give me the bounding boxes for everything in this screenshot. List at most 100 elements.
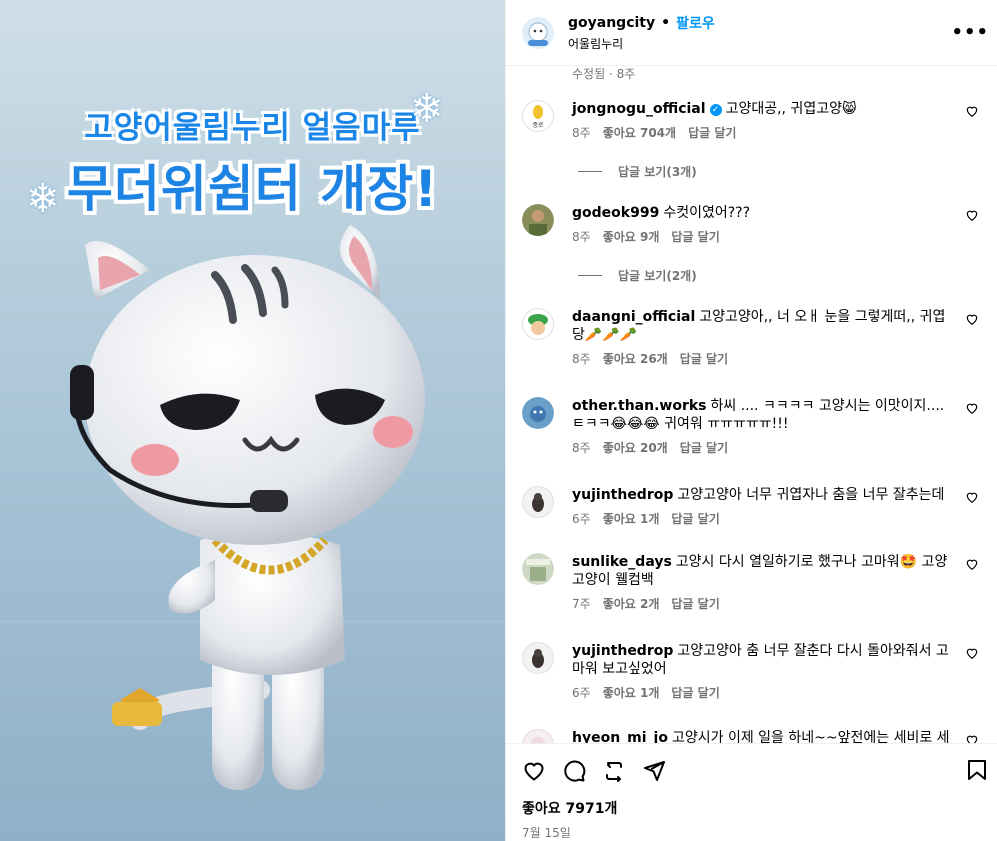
comment-body: other.than.works 하씨 .... ㅋㅋㅋㅋ 고양시는 이맛이지..… <box>572 397 955 456</box>
comment-likes[interactable]: 좋아요 26개 <box>603 350 668 367</box>
comment-item: sunlike_days 고양시 다시 열일하기로 했구나 고마워🤩 고양고양이 … <box>522 553 981 612</box>
view-replies-button[interactable]: 답글 보기(3개) <box>578 163 981 180</box>
comment-likes[interactable]: 좋아요 704개 <box>603 124 676 141</box>
comment-username[interactable]: other.than.works <box>572 398 707 414</box>
reply-button[interactable]: 답글 달기 <box>671 228 719 245</box>
like-heart-icon[interactable] <box>965 733 979 743</box>
post-header: goyangcity • 팔로우 어울림누리 ••• <box>506 0 997 66</box>
jongnogu-avatar-icon: 종로 <box>522 100 554 132</box>
heart-icon[interactable] <box>522 759 546 783</box>
like-heart-icon[interactable] <box>965 646 979 660</box>
like-heart-icon[interactable] <box>965 401 979 415</box>
avatar[interactable] <box>522 204 554 236</box>
comment-body: jongnogu_official ✓ 고양대공,, 귀엽고양😸 8주 좋아요 704… <box>572 100 955 141</box>
reply-button[interactable]: 답글 달기 <box>671 684 719 701</box>
avatar[interactable] <box>522 16 554 49</box>
header-top-row: goyangcity • 팔로우 <box>568 13 715 33</box>
comment-item: 종로 jongnogu_official ✓ 고양대공,, 귀엽고양😸 8주 좋아요 … <box>522 100 981 141</box>
avatar[interactable] <box>522 397 554 429</box>
comment-time[interactable]: 8주 <box>572 439 591 456</box>
avatar[interactable] <box>522 486 554 518</box>
comment-likes[interactable]: 좋아요 1개 <box>603 684 660 701</box>
comment-item: yujinthedrop 고양고양아 너무 귀엽자나 춤을 너무 잘추는데 6주 좋… <box>522 486 981 527</box>
comment-item: godeok999 수컷이였어??? 8주 좋아요 9개 답글 달기 <box>522 204 981 245</box>
more-options-icon[interactable]: ••• <box>951 22 989 43</box>
comment-time[interactable]: 6주 <box>572 684 591 701</box>
comment-time[interactable]: 6주 <box>572 510 591 527</box>
avatar[interactable] <box>522 553 554 585</box>
comment-meta: 8주 좋아요 26개 답글 달기 <box>572 350 955 367</box>
comment-time[interactable]: 8주 <box>572 124 591 141</box>
follow-button[interactable]: 팔로우 <box>676 13 715 33</box>
like-heart-icon[interactable] <box>965 490 979 504</box>
comment-time[interactable]: 8주 <box>572 350 591 367</box>
reply-button[interactable]: 답글 달기 <box>671 595 719 612</box>
comment-meta: 8주 좋아요 9개 답글 달기 <box>572 228 955 245</box>
comment-text-row: yujinthedrop 고양고양아 너무 귀엽자나 춤을 너무 잘추는데 <box>572 486 955 504</box>
post-actions: 좋아요 7971개 7월 15일 <box>506 743 997 841</box>
comment-item: daangni_official 고양고양아,, 너 오ㅐ 눈을 그렇게떠,, 귀… <box>522 308 981 367</box>
post-media[interactable]: 고양어울림누리 얼음마루 무더위쉼터 개장! ❄ ❄ <box>0 0 505 841</box>
header-text: goyangcity • 팔로우 어울림누리 <box>568 13 715 52</box>
other-than-works-avatar-icon <box>522 397 554 429</box>
comment-username[interactable]: jongnogu_official <box>572 101 706 117</box>
comment-likes[interactable]: 좋아요 20개 <box>603 439 668 456</box>
svg-text:종로: 종로 <box>532 122 544 129</box>
hyeon-mi-jo-avatar-icon <box>522 729 554 743</box>
comment-text-row: godeok999 수컷이였어??? <box>572 204 955 222</box>
like-heart-icon[interactable] <box>965 312 979 326</box>
comment-username[interactable]: yujinthedrop <box>572 643 673 659</box>
comment-username[interactable]: sunlike_days <box>572 554 672 570</box>
comment-body: yujinthedrop 고양고양아 춤 너무 잘춘다 다시 돌아와줘서 고마워 … <box>572 642 955 701</box>
replies-divider <box>578 275 602 276</box>
comment-body: hyeon_mi_jo고양시가 이제 일을 하네~~앞전에는 세비로 세계속으로… <box>572 729 955 743</box>
comment-body: sunlike_days 고양시 다시 열일하기로 했구나 고마워🤩 고양고양이 … <box>572 553 955 612</box>
avatar[interactable] <box>522 308 554 340</box>
separator-dot: • <box>661 15 671 31</box>
edited-timestamp: 수정됨 · 8주 <box>572 67 636 81</box>
comment-username[interactable]: godeok999 <box>572 205 659 221</box>
likes-count[interactable]: 좋아요 7971개 <box>522 798 981 818</box>
comment-meta: 6주 좋아요 1개 답글 달기 <box>572 684 955 701</box>
reply-button[interactable]: 답글 달기 <box>671 510 719 527</box>
header-username[interactable]: goyangcity <box>568 15 655 31</box>
post-date[interactable]: 7월 15일 <box>522 824 981 841</box>
send-icon[interactable] <box>642 759 666 783</box>
comment-text-row: sunlike_days 고양시 다시 열일하기로 했구나 고마워🤩 고양고양이 … <box>572 553 955 589</box>
comment-meta: 6주 좋아요 1개 답글 달기 <box>572 510 955 527</box>
comment-text-row: hyeon_mi_jo고양시가 이제 일을 하네~~앞전에는 세비로 세계속으로… <box>572 729 955 743</box>
comment-time[interactable]: 8주 <box>572 228 591 245</box>
yujinthedrop-avatar-icon <box>522 486 554 518</box>
verified-badge-icon: ✓ <box>709 104 722 116</box>
avatar[interactable] <box>522 729 554 743</box>
like-heart-icon[interactable] <box>965 208 979 222</box>
avatar[interactable]: 종로 <box>522 100 554 132</box>
comment-likes[interactable]: 좋아요 1개 <box>603 510 660 527</box>
comment-username[interactable]: yujinthedrop <box>572 487 673 503</box>
comment-likes[interactable]: 좋아요 2개 <box>603 595 660 612</box>
comment-text-row: yujinthedrop 고양고양아 춤 너무 잘춘다 다시 돌아와줘서 고마워 … <box>572 642 955 678</box>
comment-time[interactable]: 7주 <box>572 595 591 612</box>
comment-icon[interactable] <box>562 759 586 783</box>
like-heart-icon[interactable] <box>965 104 979 118</box>
reply-button[interactable]: 답글 달기 <box>680 439 728 456</box>
comment-meta: 8주 좋아요 704개 답글 달기 <box>572 124 955 141</box>
reply-button[interactable]: 답글 달기 <box>688 124 736 141</box>
comment-username[interactable]: daangni_official <box>572 309 695 325</box>
replies-divider <box>578 171 602 172</box>
bookmark-icon[interactable] <box>965 758 989 782</box>
avatar[interactable] <box>522 642 554 674</box>
comment-text: 고양대공,, 귀엽고양😸 <box>725 101 857 117</box>
daangni-avatar-icon <box>522 308 554 340</box>
comment-username[interactable]: hyeon_mi_jo <box>572 730 668 743</box>
comments-list[interactable]: 수정됨 · 8주 종로 jongnogu_official ✓ 고양대공,, 귀엽고… <box>506 66 997 743</box>
like-heart-icon[interactable] <box>965 557 979 571</box>
header-location[interactable]: 어울림누리 <box>568 35 715 52</box>
comment-item: hyeon_mi_jo고양시가 이제 일을 하네~~앞전에는 세비로 세계속으로… <box>522 729 981 743</box>
sunlike-days-avatar-icon <box>522 553 554 585</box>
share-icon[interactable] <box>602 759 626 783</box>
comment-body: godeok999 수컷이였어??? 8주 좋아요 9개 답글 달기 <box>572 204 955 245</box>
comment-likes[interactable]: 좋아요 9개 <box>603 228 660 245</box>
reply-button[interactable]: 답글 달기 <box>680 350 728 367</box>
view-replies-button[interactable]: 답글 보기(2개) <box>578 267 981 284</box>
